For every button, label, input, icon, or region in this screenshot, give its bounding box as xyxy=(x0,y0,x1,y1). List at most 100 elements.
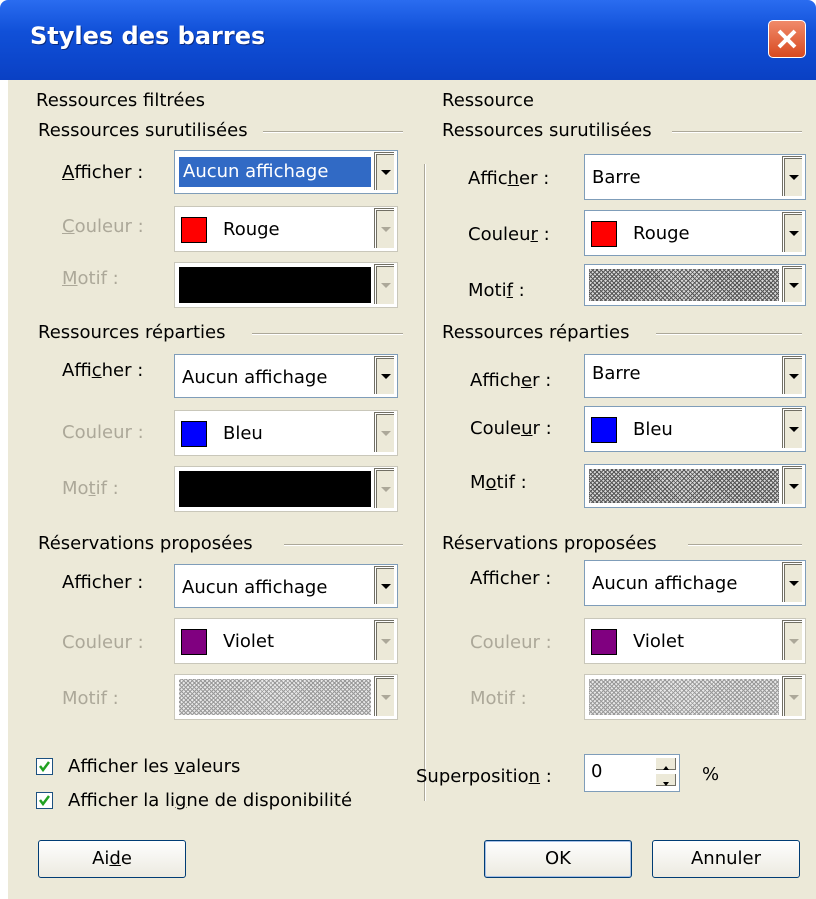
left-overused-color-value: Rouge xyxy=(223,219,280,240)
right-distributed-pattern-select[interactable] xyxy=(584,464,806,508)
arrow-down-icon xyxy=(663,782,669,786)
pattern-fill xyxy=(179,679,371,715)
right-distributed-show-value: Barre xyxy=(592,363,641,384)
group-line xyxy=(656,333,802,335)
left-proposed-color-label: Couleur : xyxy=(62,632,144,653)
right-proposed-show-select[interactable]: Aucun affichage xyxy=(584,560,806,606)
left-proposed-show-label: Afficher : xyxy=(62,572,144,593)
overlap-value: 0 xyxy=(591,761,603,782)
left-overused-show-label: Afficher : xyxy=(62,162,144,183)
left-distributed-show-value: Aucun affichage xyxy=(182,367,328,388)
group-line xyxy=(252,333,403,335)
spin-up-button[interactable] xyxy=(655,757,677,771)
overlap-label: Superposition : xyxy=(416,766,552,787)
checkmark-icon xyxy=(39,795,50,807)
left-group-distributed-title: Ressources réparties xyxy=(38,322,226,343)
dropdown-arrow-icon xyxy=(783,677,803,717)
pattern-fill xyxy=(179,267,371,303)
left-group-overused-title: Ressources surutilisées xyxy=(38,120,248,141)
left-distributed-show-select[interactable]: Aucun affichage xyxy=(174,354,398,398)
right-overused-show-select[interactable]: Barre xyxy=(584,154,806,200)
left-proposed-show-select[interactable]: Aucun affichage xyxy=(174,564,398,608)
left-distributed-color-value: Bleu xyxy=(223,423,263,444)
left-overused-color-select[interactable]: Rouge xyxy=(174,206,398,252)
dropdown-arrow-icon xyxy=(375,621,395,661)
color-swatch xyxy=(181,421,207,447)
right-overused-color-value: Rouge xyxy=(633,223,690,244)
dropdown-arrow-icon xyxy=(375,357,395,395)
spin-down-button[interactable] xyxy=(655,773,677,787)
close-button[interactable] xyxy=(768,20,806,58)
left-proposed-pattern-label: Motif : xyxy=(62,688,119,709)
dropdown-arrow-icon xyxy=(375,413,395,453)
overlap-unit: % xyxy=(702,764,720,785)
right-overused-pattern-select[interactable] xyxy=(584,264,806,306)
overlap-spinner[interactable]: 0 xyxy=(584,754,680,792)
right-heading: Ressource xyxy=(442,90,534,111)
right-group-overused-title: Ressources surutilisées xyxy=(442,120,652,141)
dropdown-arrow-icon xyxy=(375,209,395,249)
left-overused-color-label: Couleur : xyxy=(62,216,144,237)
left-distributed-color-label: Couleur : xyxy=(62,422,144,443)
group-line xyxy=(688,544,802,546)
right-group-proposed-title: Réservations proposées xyxy=(442,533,657,554)
dropdown-arrow-icon xyxy=(375,469,395,509)
dropdown-arrow-icon xyxy=(375,677,395,717)
right-proposed-color-label: Couleur : xyxy=(470,632,552,653)
cancel-button[interactable]: Annuler xyxy=(652,840,800,878)
left-proposed-color-value: Violet xyxy=(223,631,275,652)
close-icon xyxy=(777,29,797,49)
left-distributed-show-label: Afficher : xyxy=(62,360,144,381)
dropdown-arrow-icon xyxy=(783,157,803,197)
show-values-checkbox[interactable] xyxy=(36,758,53,775)
dropdown-arrow-icon xyxy=(783,621,803,661)
right-distributed-show-select[interactable]: Barre xyxy=(584,354,806,398)
right-proposed-color-select[interactable]: Violet xyxy=(584,618,806,664)
pattern-fill xyxy=(589,269,779,301)
left-distributed-pattern-label: Motif : xyxy=(62,478,119,499)
left-heading: Ressources filtrées xyxy=(36,90,205,111)
color-swatch xyxy=(591,629,617,655)
left-proposed-pattern-select[interactable] xyxy=(174,674,398,720)
dropdown-arrow-icon xyxy=(783,267,803,303)
right-proposed-pattern-label: Motif : xyxy=(470,688,527,709)
column-separator xyxy=(424,164,426,801)
left-overused-show-select[interactable]: Aucun affichage xyxy=(174,150,398,194)
left-distributed-pattern-select[interactable] xyxy=(174,466,398,512)
dropdown-arrow-icon xyxy=(375,153,395,191)
left-proposed-show-value: Aucun affichage xyxy=(182,577,328,598)
left-overused-pattern-select[interactable] xyxy=(174,262,398,308)
color-swatch xyxy=(591,221,617,247)
right-distributed-color-select[interactable]: Bleu xyxy=(584,406,806,452)
right-proposed-pattern-select[interactable] xyxy=(584,674,806,720)
right-distributed-show-label: Afficher : xyxy=(470,370,552,391)
group-line xyxy=(263,131,403,133)
right-proposed-show-value: Aucun affichage xyxy=(592,573,738,594)
left-proposed-color-select[interactable]: Violet xyxy=(174,618,398,664)
dropdown-arrow-icon xyxy=(783,409,803,449)
right-overused-color-select[interactable]: Rouge xyxy=(584,210,806,256)
help-button[interactable]: Aide xyxy=(38,840,186,878)
right-overused-show-label: Afficher : xyxy=(468,168,550,189)
right-distributed-color-value: Bleu xyxy=(633,419,673,440)
ok-button[interactable]: OK xyxy=(484,840,632,878)
pattern-fill xyxy=(589,679,779,715)
left-overused-show-value: Aucun affichage xyxy=(183,161,329,182)
window-title: Styles des barres xyxy=(30,22,266,50)
right-distributed-pattern-label: Motif : xyxy=(470,472,527,493)
color-swatch xyxy=(181,629,207,655)
left-group-proposed-title: Réservations proposées xyxy=(38,533,253,554)
left-distributed-color-select[interactable]: Bleu xyxy=(174,410,398,456)
right-proposed-color-value: Violet xyxy=(633,631,685,652)
dropdown-arrow-icon xyxy=(783,467,803,505)
right-overused-color-label: Couleur : xyxy=(468,224,550,245)
color-swatch xyxy=(591,417,617,443)
left-overused-pattern-label: Motif : xyxy=(62,268,119,289)
dropdown-arrow-icon xyxy=(783,213,803,253)
pattern-fill xyxy=(589,469,779,503)
show-values-label: Afficher les valeurs xyxy=(68,756,241,777)
right-overused-pattern-label: Motif : xyxy=(468,280,525,301)
dropdown-arrow-icon xyxy=(783,357,803,395)
color-swatch xyxy=(181,217,207,243)
show-availability-checkbox[interactable] xyxy=(36,792,53,809)
